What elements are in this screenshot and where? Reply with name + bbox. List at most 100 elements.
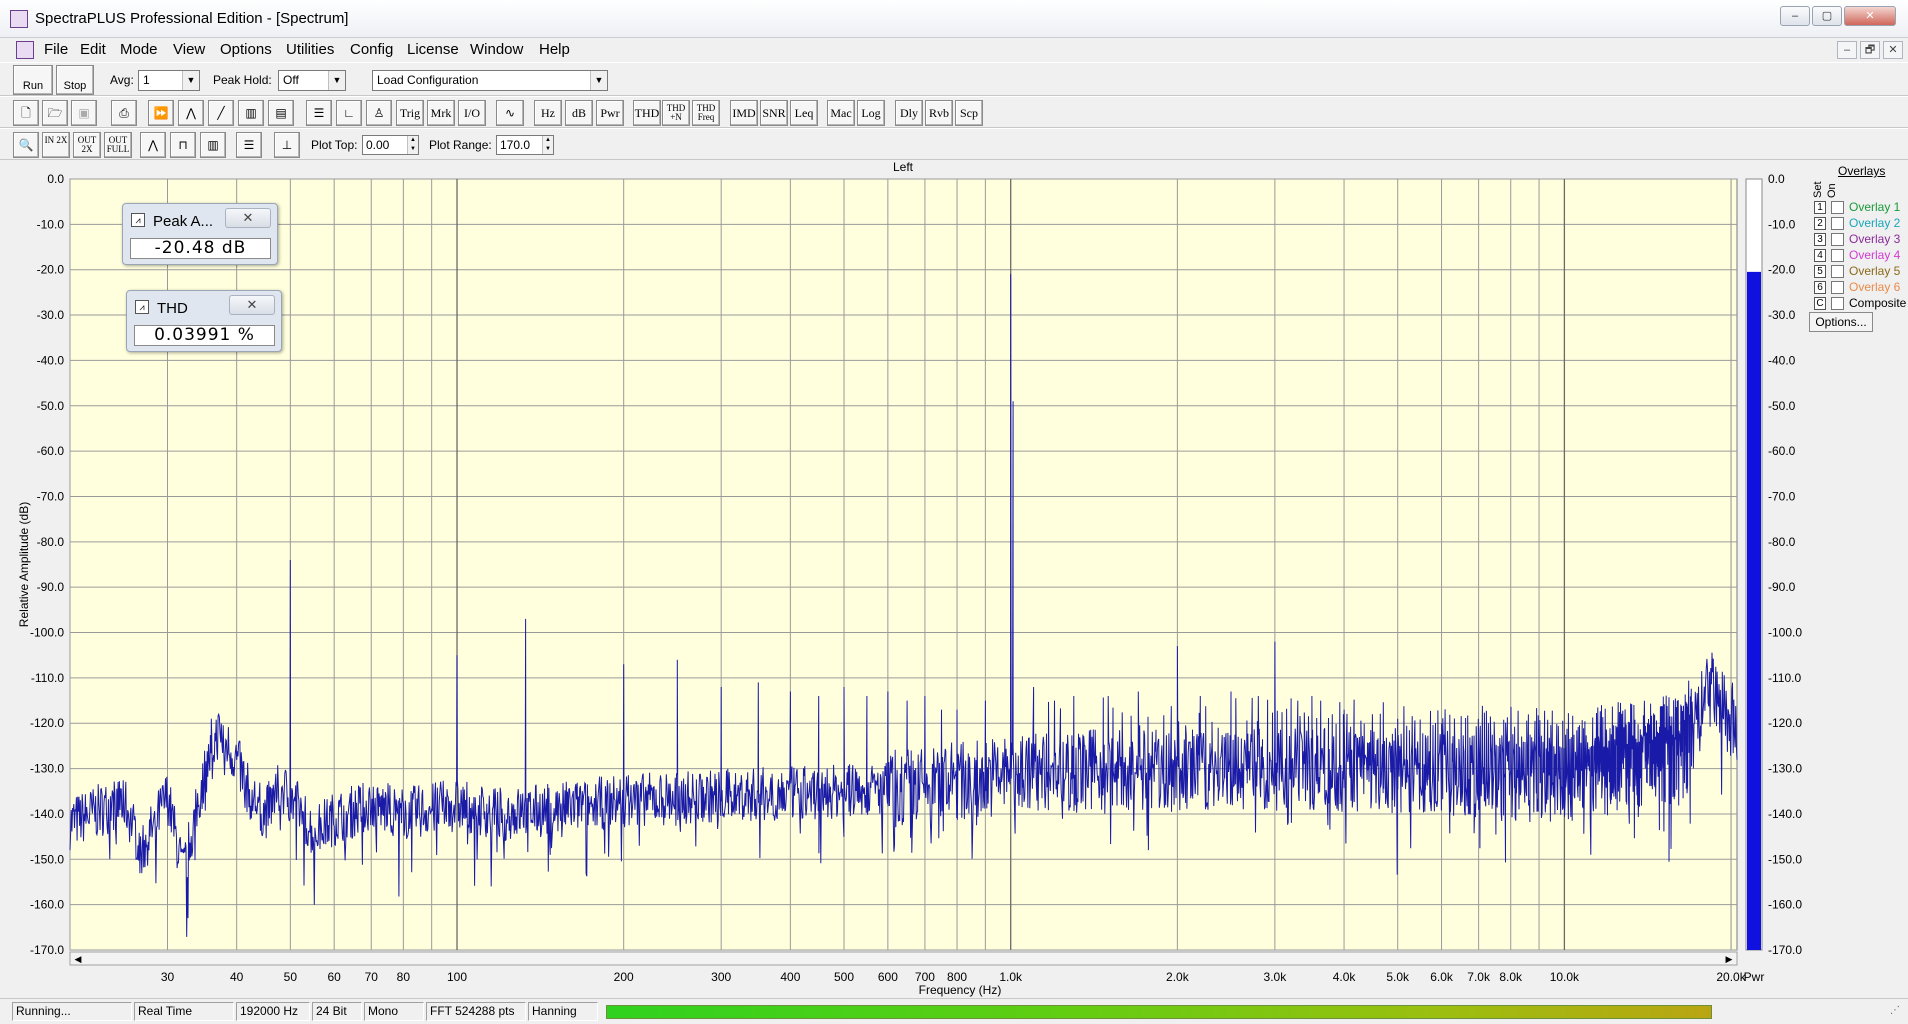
x-tick-label: 10.0k (1550, 970, 1580, 984)
pwr-tick-label: -80.0 (1768, 535, 1796, 549)
y-tick-label: -40.0 (37, 353, 65, 367)
x-tick-label: 5.0k (1386, 970, 1410, 984)
overlay-checkbox[interactable] (1831, 249, 1844, 262)
overlay-set-button[interactable]: C (1814, 297, 1826, 310)
x-tick-label: 800 (947, 970, 967, 984)
overlay-set-button[interactable]: 6 (1814, 281, 1826, 294)
overlay-label: Overlay 5 (1849, 264, 1901, 278)
pwr-tick-label: -120.0 (1768, 716, 1802, 730)
x-tick-label: 700 (915, 970, 935, 984)
x-tick-label: 30 (161, 970, 175, 984)
x-tick-label: 80 (397, 970, 411, 984)
x-tick-label: 400 (780, 970, 800, 984)
pwr-tick-label: 0.0 (1768, 172, 1785, 186)
x-tick-label: 1.0k (999, 970, 1023, 984)
y-tick-label: -100.0 (30, 626, 64, 640)
meter-title: THD (157, 300, 188, 317)
thd-meter[interactable]: ⩘ THD ✕ 0.03991 % (126, 290, 282, 352)
pwr-tick-label: -140.0 (1768, 807, 1802, 821)
y-tick-label: -150.0 (30, 852, 64, 866)
y-tick-label: 0.0 (47, 172, 64, 186)
y-tick-label: -90.0 (37, 580, 65, 594)
input-level-meter (606, 1005, 1712, 1019)
overlay-set-label: Set (1812, 181, 1824, 198)
y-tick-label: -10.0 (37, 217, 65, 231)
y-tick-label: -50.0 (37, 399, 65, 413)
pwr-tick-label: -70.0 (1768, 489, 1796, 503)
y-tick-label: -70.0 (37, 489, 65, 503)
overlay-set-button[interactable]: 5 (1814, 265, 1826, 278)
y-tick-label: -170.0 (30, 943, 64, 957)
x-axis-label: Frequency (Hz) (919, 983, 1002, 997)
overlay-checkbox[interactable] (1831, 217, 1844, 230)
resize-grip-icon[interactable]: ⋰ (1890, 1005, 1900, 1016)
x-tick-label: 2.0k (1166, 970, 1190, 984)
overlay-set-button[interactable]: 2 (1814, 217, 1826, 230)
x-tick-label: 6.0k (1430, 970, 1454, 984)
x-tick-label: 7.0k (1467, 970, 1491, 984)
pwr-tick-label: -50.0 (1768, 399, 1796, 413)
y-tick-label: -80.0 (37, 535, 65, 549)
x-tick-label: 100 (447, 970, 467, 984)
horizontal-scrollbar (69, 951, 1738, 966)
pwr-tick-label: -110.0 (1768, 671, 1801, 685)
overlay-checkbox[interactable] (1831, 265, 1844, 278)
pwr-label: Pwr (1744, 970, 1765, 984)
overlay-checkbox[interactable] (1831, 201, 1844, 214)
y-tick-label: -130.0 (30, 762, 64, 776)
overlay-set-button[interactable]: 4 (1814, 249, 1826, 262)
y-tick-label: -20.0 (37, 263, 65, 277)
overlay-on-label: On (1826, 183, 1838, 198)
status-running: Running... (12, 1002, 132, 1021)
overlay-label: Overlay 3 (1849, 232, 1901, 246)
x-tick-label: 200 (614, 970, 634, 984)
x-tick-label: 60 (327, 970, 341, 984)
status-mode: Real Time (134, 1002, 234, 1021)
pwr-tick-label: -160.0 (1768, 898, 1802, 912)
overlay-set-button[interactable]: 1 (1814, 201, 1826, 214)
y-tick-label: -140.0 (30, 807, 64, 821)
pwr-tick-label: -90.0 (1768, 580, 1796, 594)
pwr-tick-label: -130.0 (1768, 762, 1802, 776)
status-fft-size: FFT 524288 pts (426, 1002, 526, 1021)
close-icon[interactable]: ✕ (225, 208, 271, 228)
x-tick-label: 4.0k (1333, 970, 1357, 984)
y-tick-label: -110.0 (31, 671, 64, 685)
pwr-bar-fill (1747, 271, 1761, 950)
overlay-label: Composite (1849, 296, 1907, 310)
plot-title: Left (893, 160, 914, 174)
scroll-left-icon: ◀ (75, 954, 82, 964)
overlay-checkbox[interactable] (1831, 233, 1844, 246)
x-tick-label: 40 (230, 970, 244, 984)
x-tick-label: 8.0k (1499, 970, 1523, 984)
meter-value: -20.48 dB (130, 238, 271, 259)
overlay-label: Overlay 6 (1849, 280, 1901, 294)
meter-title: Peak A... (153, 213, 214, 230)
spectrum-chart[interactable]: 0.0 -10.0 -20.0 -30.0 -40.0 -50.0 -60.0 -70.0 -8… (0, 0, 1908, 1000)
y-tick-label: -120.0 (30, 716, 64, 730)
x-tick-label: 20.0k (1716, 970, 1746, 984)
status-window: Hanning (528, 1002, 598, 1021)
y-tick-label: -30.0 (37, 308, 65, 322)
pwr-tick-label: -60.0 (1768, 444, 1796, 458)
overlay-set-button[interactable]: 3 (1814, 233, 1826, 246)
overlay-options-button[interactable]: Options... (1809, 312, 1873, 332)
pwr-tick-label: -10.0 (1768, 217, 1796, 231)
x-tick-label: 500 (834, 970, 854, 984)
overlay-checkbox[interactable] (1831, 281, 1844, 294)
x-tick-label: 50 (284, 970, 298, 984)
y-axis-label: Relative Amplitude (dB) (17, 502, 31, 627)
close-icon[interactable]: ✕ (229, 295, 275, 315)
pwr-tick-label: -170.0 (1768, 943, 1802, 957)
x-tick-label: 600 (878, 970, 898, 984)
overlay-checkbox[interactable] (1831, 297, 1844, 310)
pwr-tick-label: -30.0 (1768, 308, 1796, 322)
status-channels: Mono (364, 1002, 424, 1021)
status-bar: Running... Real Time 192000 Hz 24 Bit Mo… (0, 998, 1908, 1024)
x-tick-label: 3.0k (1264, 970, 1288, 984)
pwr-tick-label: -40.0 (1768, 353, 1796, 367)
peak-amplitude-meter[interactable]: ⩘ Peak A... ✕ -20.48 dB (122, 203, 278, 265)
y-tick-label: -60.0 (37, 444, 65, 458)
scroll-right-icon: ▶ (1726, 954, 1733, 964)
x-tick-label: 70 (365, 970, 379, 984)
